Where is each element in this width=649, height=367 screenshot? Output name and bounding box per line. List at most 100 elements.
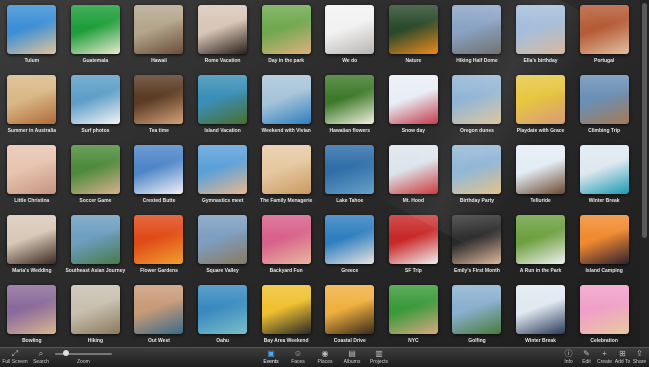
- event-item[interactable]: Nature: [382, 5, 446, 75]
- event-item[interactable]: Crested Butte: [127, 145, 191, 215]
- event-thumbnail[interactable]: [325, 145, 375, 194]
- event-thumbnail[interactable]: [7, 5, 57, 54]
- edit-button[interactable]: ✎ Edit: [578, 348, 595, 367]
- event-thumbnail[interactable]: [452, 75, 502, 124]
- event-thumbnail[interactable]: [198, 145, 248, 194]
- event-item[interactable]: A Run in the Park: [509, 215, 573, 285]
- event-item[interactable]: Backyard Fun: [254, 215, 318, 285]
- event-item[interactable]: Flower Gardens: [127, 215, 191, 285]
- event-item[interactable]: NYC: [382, 285, 446, 347]
- event-thumbnail[interactable]: [579, 215, 629, 264]
- event-item[interactable]: Hiking Half Dome: [445, 5, 509, 75]
- event-item[interactable]: Rome Vacation: [191, 5, 255, 75]
- event-thumbnail[interactable]: [70, 215, 120, 264]
- event-thumbnail[interactable]: [388, 75, 438, 124]
- event-item[interactable]: Surf photos: [64, 75, 128, 145]
- tab-events[interactable]: ▣ Events: [258, 348, 284, 367]
- event-item[interactable]: Weekend with Vivian: [254, 75, 318, 145]
- event-thumbnail[interactable]: [388, 215, 438, 264]
- event-thumbnail[interactable]: [516, 145, 566, 194]
- event-thumbnail[interactable]: [134, 5, 184, 54]
- event-item[interactable]: Playdate with Grace: [509, 75, 573, 145]
- event-item[interactable]: Hawaiian flowers: [318, 75, 382, 145]
- event-item[interactable]: Oregon dunes: [445, 75, 509, 145]
- event-item[interactable]: Southeast Asian Journey: [64, 215, 128, 285]
- search-button[interactable]: ⌕ Search: [30, 348, 52, 367]
- event-item[interactable]: Golfing: [445, 285, 509, 347]
- add-to-button[interactable]: ⊞ Add To: [614, 348, 631, 367]
- event-item[interactable]: Little Christina: [0, 145, 64, 215]
- tab-albums[interactable]: ▤ Albums: [339, 348, 365, 367]
- event-thumbnail[interactable]: [261, 145, 311, 194]
- event-item[interactable]: Winter Break: [509, 285, 573, 347]
- event-thumbnail[interactable]: [325, 215, 375, 264]
- event-thumbnail[interactable]: [134, 145, 184, 194]
- event-item[interactable]: Snow day: [382, 75, 446, 145]
- event-item[interactable]: Oahu: [191, 285, 255, 347]
- event-item[interactable]: The Family Menagerie: [254, 145, 318, 215]
- event-item[interactable]: Day in the park: [254, 5, 318, 75]
- event-item[interactable]: SF Trip: [382, 215, 446, 285]
- event-item[interactable]: Ella's birthday: [509, 5, 573, 75]
- event-thumbnail[interactable]: [134, 75, 184, 124]
- event-thumbnail[interactable]: [198, 5, 248, 54]
- event-item[interactable]: Out West: [127, 285, 191, 347]
- event-thumbnail[interactable]: [452, 145, 502, 194]
- event-thumbnail[interactable]: [388, 285, 438, 334]
- event-thumbnail[interactable]: [134, 285, 184, 334]
- event-thumbnail[interactable]: [452, 5, 502, 54]
- event-thumbnail[interactable]: [261, 5, 311, 54]
- event-thumbnail[interactable]: [516, 285, 566, 334]
- event-item[interactable]: Hawaii: [127, 5, 191, 75]
- event-thumbnail[interactable]: [516, 75, 566, 124]
- event-thumbnail[interactable]: [70, 145, 120, 194]
- full-screen-button[interactable]: ⤢ Full Screen: [2, 348, 28, 367]
- event-thumbnail[interactable]: [261, 215, 311, 264]
- event-thumbnail[interactable]: [516, 215, 566, 264]
- event-item[interactable]: Telluride: [509, 145, 573, 215]
- event-item[interactable]: Bay Area Weekend: [254, 285, 318, 347]
- event-thumbnail[interactable]: [579, 285, 629, 334]
- event-item[interactable]: Greece: [318, 215, 382, 285]
- event-thumbnail[interactable]: [70, 5, 120, 54]
- event-item[interactable]: Portugal: [572, 5, 636, 75]
- vertical-scrollbar[interactable]: [640, 0, 649, 347]
- event-thumbnail[interactable]: [261, 75, 311, 124]
- event-thumbnail[interactable]: [516, 5, 566, 54]
- event-item[interactable]: Lake Tahoe: [318, 145, 382, 215]
- tab-faces[interactable]: ☺ Faces: [285, 348, 311, 367]
- event-item[interactable]: Gymnastics meet: [191, 145, 255, 215]
- event-thumbnail[interactable]: [70, 75, 120, 124]
- event-item[interactable]: Guatemala: [64, 5, 128, 75]
- event-thumbnail[interactable]: [7, 75, 57, 124]
- event-thumbnail[interactable]: [579, 145, 629, 194]
- create-button[interactable]: + Create: [596, 348, 613, 367]
- event-item[interactable]: Coastal Drive: [318, 285, 382, 347]
- event-item[interactable]: Emily's First Month: [445, 215, 509, 285]
- event-thumbnail[interactable]: [388, 145, 438, 194]
- event-thumbnail[interactable]: [7, 215, 57, 264]
- event-thumbnail[interactable]: [325, 75, 375, 124]
- event-thumbnail[interactable]: [579, 75, 629, 124]
- event-thumbnail[interactable]: [7, 145, 57, 194]
- event-thumbnail[interactable]: [134, 215, 184, 264]
- event-thumbnail[interactable]: [388, 5, 438, 54]
- event-item[interactable]: Soccer Game: [64, 145, 128, 215]
- info-button[interactable]: ⓘ Info: [560, 348, 577, 367]
- event-item[interactable]: Bowling: [0, 285, 64, 347]
- share-button[interactable]: ⇪ Share: [631, 348, 648, 367]
- event-thumbnail[interactable]: [325, 285, 375, 334]
- event-item[interactable]: Island Camping: [572, 215, 636, 285]
- event-thumbnail[interactable]: [261, 285, 311, 334]
- event-thumbnail[interactable]: [452, 285, 502, 334]
- event-item[interactable]: Celebration: [572, 285, 636, 347]
- event-thumbnail[interactable]: [452, 215, 502, 264]
- event-thumbnail[interactable]: [579, 5, 629, 54]
- event-thumbnail[interactable]: [198, 75, 248, 124]
- event-thumbnail[interactable]: [7, 285, 57, 334]
- event-item[interactable]: Island Vacation: [191, 75, 255, 145]
- event-item[interactable]: Tulum: [0, 5, 64, 75]
- event-item[interactable]: Birthday Party: [445, 145, 509, 215]
- event-item[interactable]: We do: [318, 5, 382, 75]
- event-item[interactable]: Climbing Trip: [572, 75, 636, 145]
